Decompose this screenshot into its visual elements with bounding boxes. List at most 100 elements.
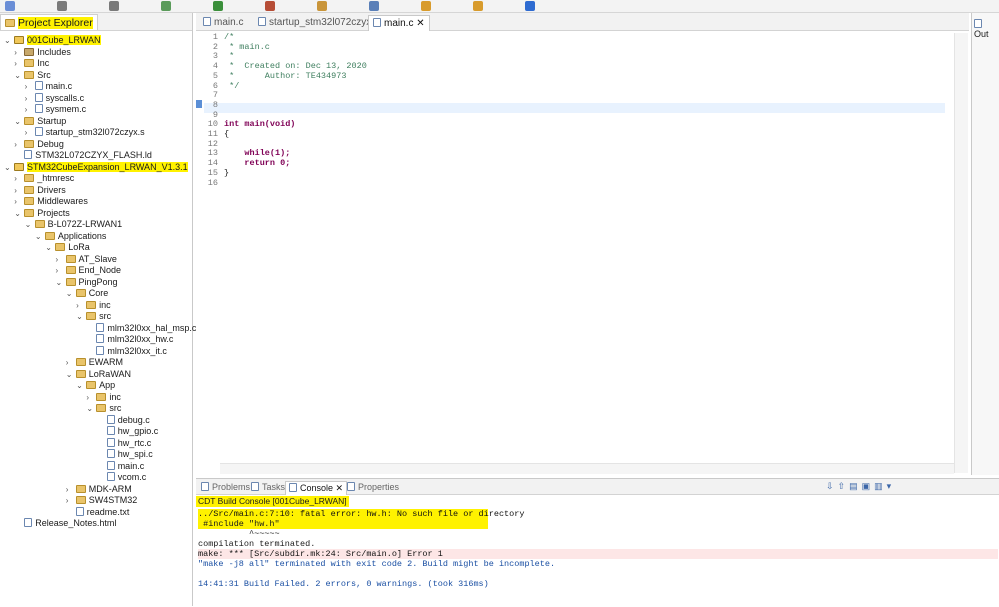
build-icon[interactable] [161,1,171,11]
word-wrap-icon[interactable]: ▤ [849,481,862,491]
tree-file-item[interactable]: mlm32l0xx_it.c [86,345,167,357]
tree-file-item[interactable]: › sysmem.c [25,103,86,115]
tree-folder-item[interactable]: › EWARM [66,356,123,368]
main-toolbar [0,0,999,13]
tree-folder-item[interactable]: ⌄ Src [14,69,51,81]
tree-folder-item[interactable]: › Debug [14,138,64,150]
tab-problems[interactable]: Problems [198,481,253,495]
chevron-down-icon[interactable]: ⌄ [76,311,86,323]
chevron-down-icon[interactable]: ⌄ [56,277,66,289]
console-output[interactable]: ../Src/main.c:7:10: fatal error: hw.h: N… [196,509,999,607]
tree-file-item[interactable]: › syscalls.c [25,92,84,104]
open-console-icon[interactable]: ▾ [887,481,896,491]
chevron-down-icon[interactable]: ⌄ [4,162,14,174]
tree-folder-item[interactable]: ⌄ PingPong [56,276,118,288]
tab-console[interactable]: Console ✕ [285,481,348,495]
save-all-icon[interactable] [109,1,119,11]
tree-item-label: App [99,380,116,390]
tree-folder-item[interactable]: › End_Node [56,264,122,276]
tree-file-item[interactable]: debug.c [97,414,150,426]
editor-tab-startup-s[interactable]: startup_stm32l072czyx.s [254,15,383,31]
tree-folder-item[interactable]: › _htmresc [14,172,74,184]
tree-item-label: PingPong [78,276,118,287]
outline-tab[interactable]: Out [974,19,999,39]
tree-folder-item[interactable]: ⌄ B-L072Z-LRWAN1 [25,218,123,230]
debug-icon[interactable] [213,1,223,11]
chevron-down-icon[interactable]: ⌄ [45,242,55,254]
tree-file-item[interactable]: › main.c [25,80,72,92]
close-icon[interactable]: ✕ [416,18,424,29]
new-icon[interactable] [5,1,15,11]
tree-file-item[interactable]: mlm32l0xx_hw.c [86,333,173,345]
tree-folder-item[interactable]: › MDK-ARM [66,483,132,495]
editor-horizontal-scrollbar[interactable] [220,463,954,474]
pin-console-icon[interactable]: ⇧ [838,481,850,491]
tree-folder-item[interactable]: › inc [86,391,121,403]
code-text: int main(void) [224,119,296,130]
editor-tab-label: main.c [214,17,244,28]
tree-file-item[interactable]: vcom.c [97,471,146,483]
close-icon[interactable]: ✕ [336,483,344,493]
tree-item-label: hw_gpio.c [117,426,159,436]
tree-folder-item[interactable]: ⌄ LoRa [45,241,90,253]
chevron-down-icon[interactable]: ⌄ [25,219,35,231]
editor-tab-main-c-active[interactable]: main.c ✕ [368,15,430,31]
tree-folder-item[interactable]: ⌄ 001Cube_LRWAN [4,34,101,46]
tree-folder-item[interactable]: › SW4STM32 [66,494,138,506]
search-icon[interactable] [369,1,379,11]
tree-file-item[interactable]: hw_gpio.c [97,425,159,437]
tree-folder-item[interactable]: › AT_Slave [56,253,117,265]
tab-project-explorer[interactable]: Project Explorer [0,14,98,30]
tree-file-item[interactable]: Release_Notes.html [14,517,116,529]
tree-folder-item[interactable]: › Inc [14,57,49,69]
folder-icon [96,404,107,412]
problems-icon [201,482,209,491]
code-area[interactable]: 1/* 2 * main.c 3 * 4 * Created on: Dec 13, … [198,32,948,473]
tree-file-item[interactable]: › startup_stm32l072czyx.s [25,126,145,138]
tree-folder-item[interactable]: ⌄ App [76,379,115,391]
chevron-down-icon[interactable]: ⌄ [4,35,14,47]
chevron-down-icon[interactable]: ⌄ [76,380,86,392]
chevron-down-icon[interactable]: ⌄ [66,369,76,381]
tree-folder-item[interactable]: ⌄ src [76,310,111,322]
tree-file-item[interactable]: STM32L072CZYX_FLASH.ld [14,149,152,161]
chevron-down-icon[interactable]: ⌄ [35,231,45,243]
tree-folder-item[interactable]: ⌄ Core [66,287,109,299]
tree-file-item[interactable]: readme.txt [66,506,129,518]
display-selected-console-icon[interactable]: ▥ [874,481,887,491]
back-icon[interactable] [421,1,431,11]
tree-folder-item[interactable]: ⌄ STM32CubeExpansion_LRWAN_V1.3.1 [4,161,188,173]
tree-folder-item[interactable]: › Middlewares [14,195,88,207]
tree-folder-item[interactable]: ⌄ Startup [14,115,66,127]
tree-folder-item[interactable]: ⌄ Projects [14,207,70,219]
save-icon[interactable] [57,1,67,11]
chevron-down-icon[interactable]: ⌄ [66,288,76,300]
file-icon [24,150,33,159]
tree-folder-item[interactable]: ⌄ src [86,402,121,414]
editor-vertical-scrollbar[interactable] [954,33,968,473]
editor-tab-main-c[interactable]: main.c [199,15,247,31]
chevron-down-icon[interactable]: ⌄ [14,116,24,128]
scroll-lock-icon[interactable]: ⇩ [826,481,838,491]
tree-folder-item[interactable]: ⌄ Applications [35,230,107,242]
clear-console-icon[interactable]: ▣ [862,481,875,491]
tree-item-label: mlm32l0xx_hal_msp.c [107,322,197,333]
info-icon[interactable] [525,1,535,11]
tree-file-item[interactable]: hw_spi.c [97,448,153,460]
tree-file-item[interactable]: mlm32l0xx_hal_msp.c [86,322,196,334]
tab-tasks[interactable]: Tasks [248,481,288,495]
tab-properties[interactable]: Properties [344,481,402,495]
tree-item-label: MDK-ARM [88,483,132,494]
chevron-down-icon[interactable]: ⌄ [14,70,24,82]
tree-folder-item[interactable]: › Includes [14,46,71,58]
chevron-down-icon[interactable]: ⌄ [14,208,24,220]
external-tools-icon[interactable] [317,1,327,11]
tree-folder-item[interactable]: ⌄ LoRaWAN [66,368,131,380]
chevron-down-icon[interactable]: ⌄ [86,403,96,415]
tree-folder-item[interactable]: › Drivers [14,184,66,196]
run-icon[interactable] [265,1,275,11]
tree-file-item[interactable]: main.c [97,460,144,472]
tree-file-item[interactable]: hw_rtc.c [97,437,151,449]
tree-folder-item[interactable]: › inc [76,299,111,311]
forward-icon[interactable] [473,1,483,11]
